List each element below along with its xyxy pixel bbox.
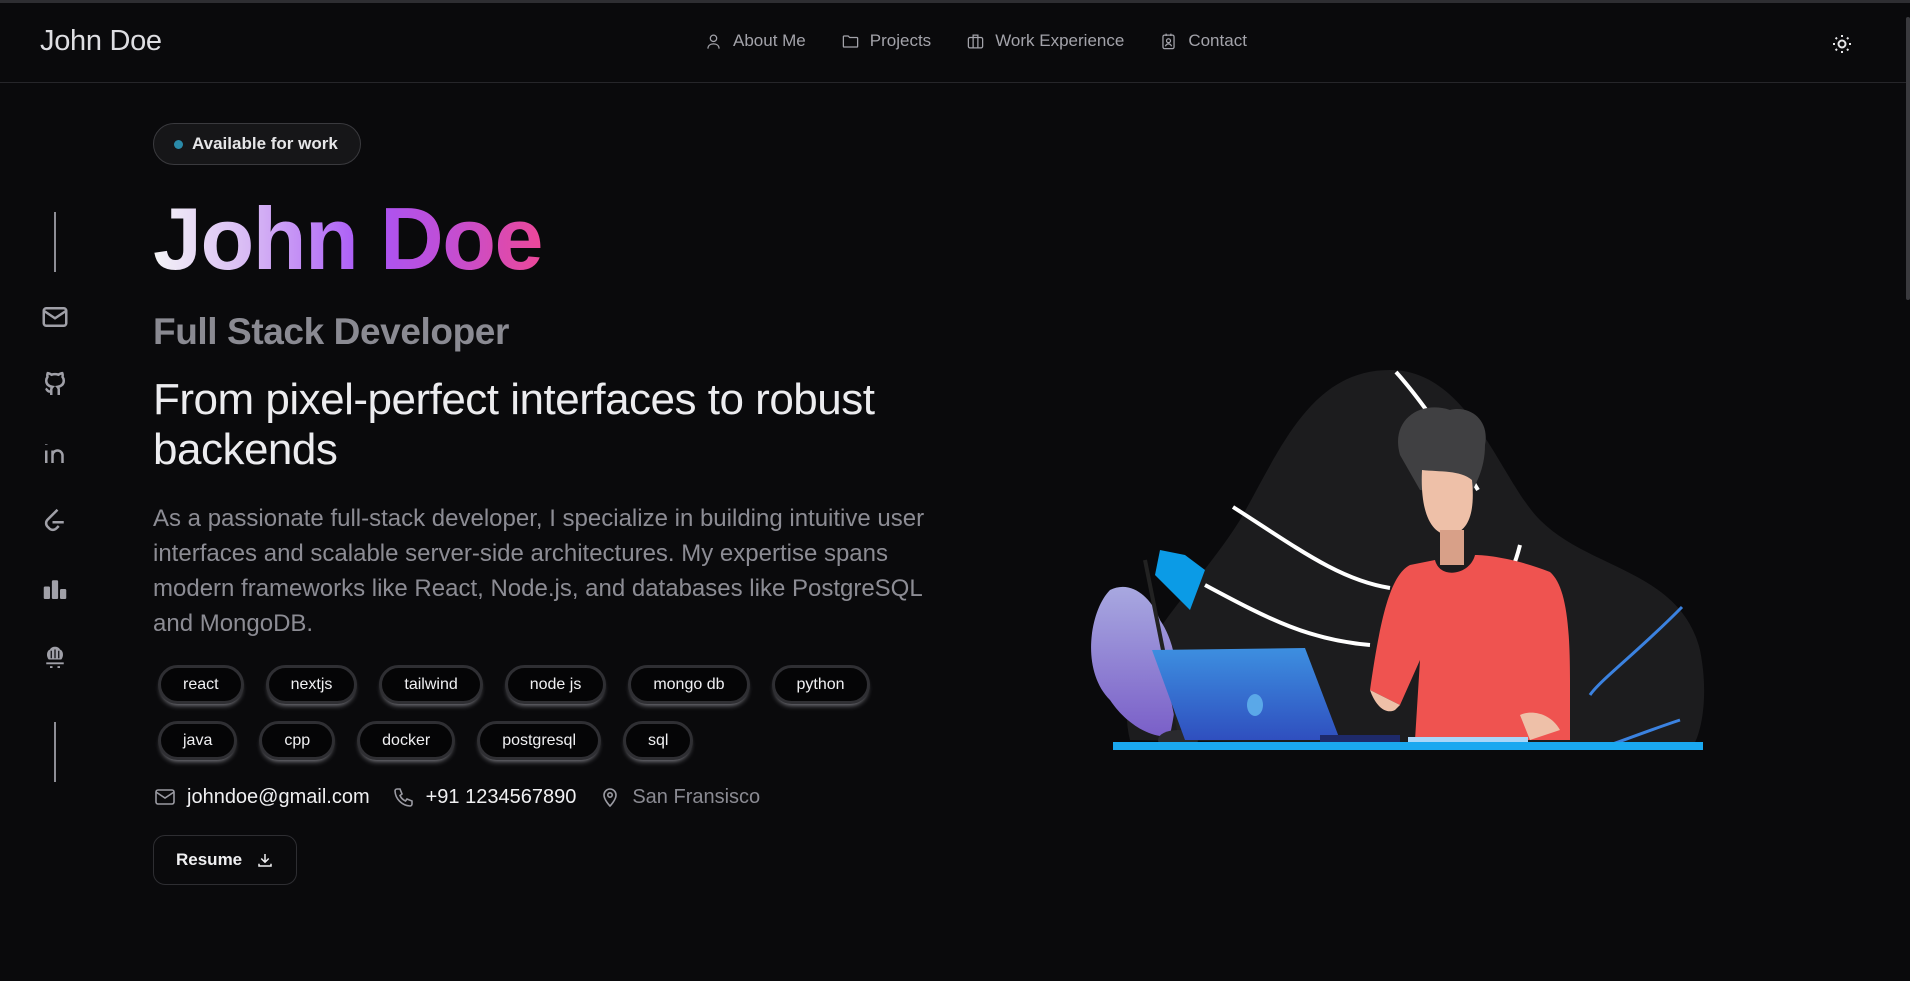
nav-projects[interactable]: Projects <box>841 31 931 51</box>
briefcase-icon <box>967 34 984 48</box>
hero-illustration <box>1070 360 1710 760</box>
hero-summary: As a passionate full-stack developer, I … <box>153 505 925 637</box>
skill-chip[interactable]: mongo db <box>628 665 750 704</box>
site-header: John Doe About Me Projects Work Experien… <box>0 3 1906 83</box>
nav-contact[interactable]: Contact <box>1159 31 1247 51</box>
skills-list: react nextjs tailwind node js mongo db p… <box>153 665 913 760</box>
brand-logo[interactable]: John Doe <box>40 25 162 58</box>
social-link-codechef[interactable] <box>40 642 70 672</box>
phone-link[interactable]: +91 1234567890 <box>426 786 577 809</box>
developer-illustration <box>1091 370 1705 750</box>
nav-about-me[interactable]: About Me <box>704 31 806 51</box>
download-icon <box>258 854 272 867</box>
chef-hat-icon <box>46 646 64 668</box>
location-text: San Fransisco <box>632 785 761 808</box>
social-link-github[interactable] <box>40 370 70 400</box>
availability-badge: Available for work <box>153 123 361 165</box>
sun-icon <box>1833 35 1851 53</box>
social-link-stats[interactable] <box>40 574 70 604</box>
main-nav: About Me Projects Work Experience Contac… <box>704 31 1282 51</box>
folder-icon <box>842 34 859 48</box>
sidebar-divider-bottom <box>54 722 56 782</box>
nav-label: Work Experience <box>995 31 1125 50</box>
hero-role: Full Stack Developer <box>153 311 509 352</box>
social-link-leetcode[interactable] <box>40 506 70 536</box>
phone-icon <box>393 788 413 807</box>
skill-chip[interactable]: sql <box>623 721 694 760</box>
skill-chip[interactable]: node js <box>504 665 607 704</box>
resume-download-button[interactable]: Resume <box>153 835 298 885</box>
hero-section: Available for work John Doe Full Stack D… <box>153 123 973 885</box>
leetcode-icon <box>44 508 64 532</box>
neck <box>1440 530 1464 565</box>
desk <box>1113 742 1703 750</box>
bar-chart-icon <box>43 580 67 599</box>
social-link-linkedin[interactable] <box>40 438 70 468</box>
github-icon <box>44 371 66 395</box>
availability-text: Available for work <box>192 134 338 153</box>
page-scrollbar[interactable] <box>1906 17 1910 300</box>
linkedin-icon <box>45 444 64 463</box>
hero-tagline: From pixel-perfect interfaces to robust … <box>153 375 875 474</box>
status-dot <box>174 139 183 149</box>
nav-label: About Me <box>733 31 806 50</box>
skill-chip[interactable]: react <box>158 665 244 704</box>
sidebar-divider-top <box>54 212 56 272</box>
skill-chip[interactable]: docker <box>357 721 456 760</box>
contact-card-icon <box>1162 33 1176 49</box>
email-link[interactable]: johndoe@gmail.com <box>187 786 370 809</box>
user-icon <box>707 34 720 49</box>
skill-chip[interactable]: python <box>771 665 870 704</box>
mail-icon <box>155 789 175 805</box>
resume-label: Resume <box>176 850 243 869</box>
skill-chip[interactable]: nextjs <box>265 665 358 704</box>
contact-info: johndoe@gmail.com +91 1234567890 San Fra… <box>153 785 973 809</box>
nav-label: Projects <box>869 31 932 50</box>
contact-email[interactable]: johndoe@gmail.com <box>153 785 370 809</box>
contact-location: San Fransisco <box>598 785 760 809</box>
nav-label: Contact <box>1188 31 1247 50</box>
hero-name: John Doe <box>153 189 543 288</box>
skill-chip[interactable]: postgresql <box>477 721 602 760</box>
nav-work-experience[interactable]: Work Experience <box>966 31 1124 51</box>
social-sidebar <box>38 212 72 782</box>
skill-chip[interactable]: cpp <box>259 721 336 760</box>
contact-phone[interactable]: +91 1234567890 <box>392 785 577 809</box>
social-link-email[interactable] <box>40 302 70 332</box>
mail-icon <box>42 307 68 327</box>
laptop-base <box>1320 735 1400 742</box>
theme-toggle-button[interactable] <box>1830 32 1854 56</box>
skill-chip[interactable]: tailwind <box>379 665 483 704</box>
laptop-logo <box>1247 694 1263 716</box>
skill-chip[interactable]: java <box>158 721 238 760</box>
map-pin-icon <box>603 788 618 808</box>
